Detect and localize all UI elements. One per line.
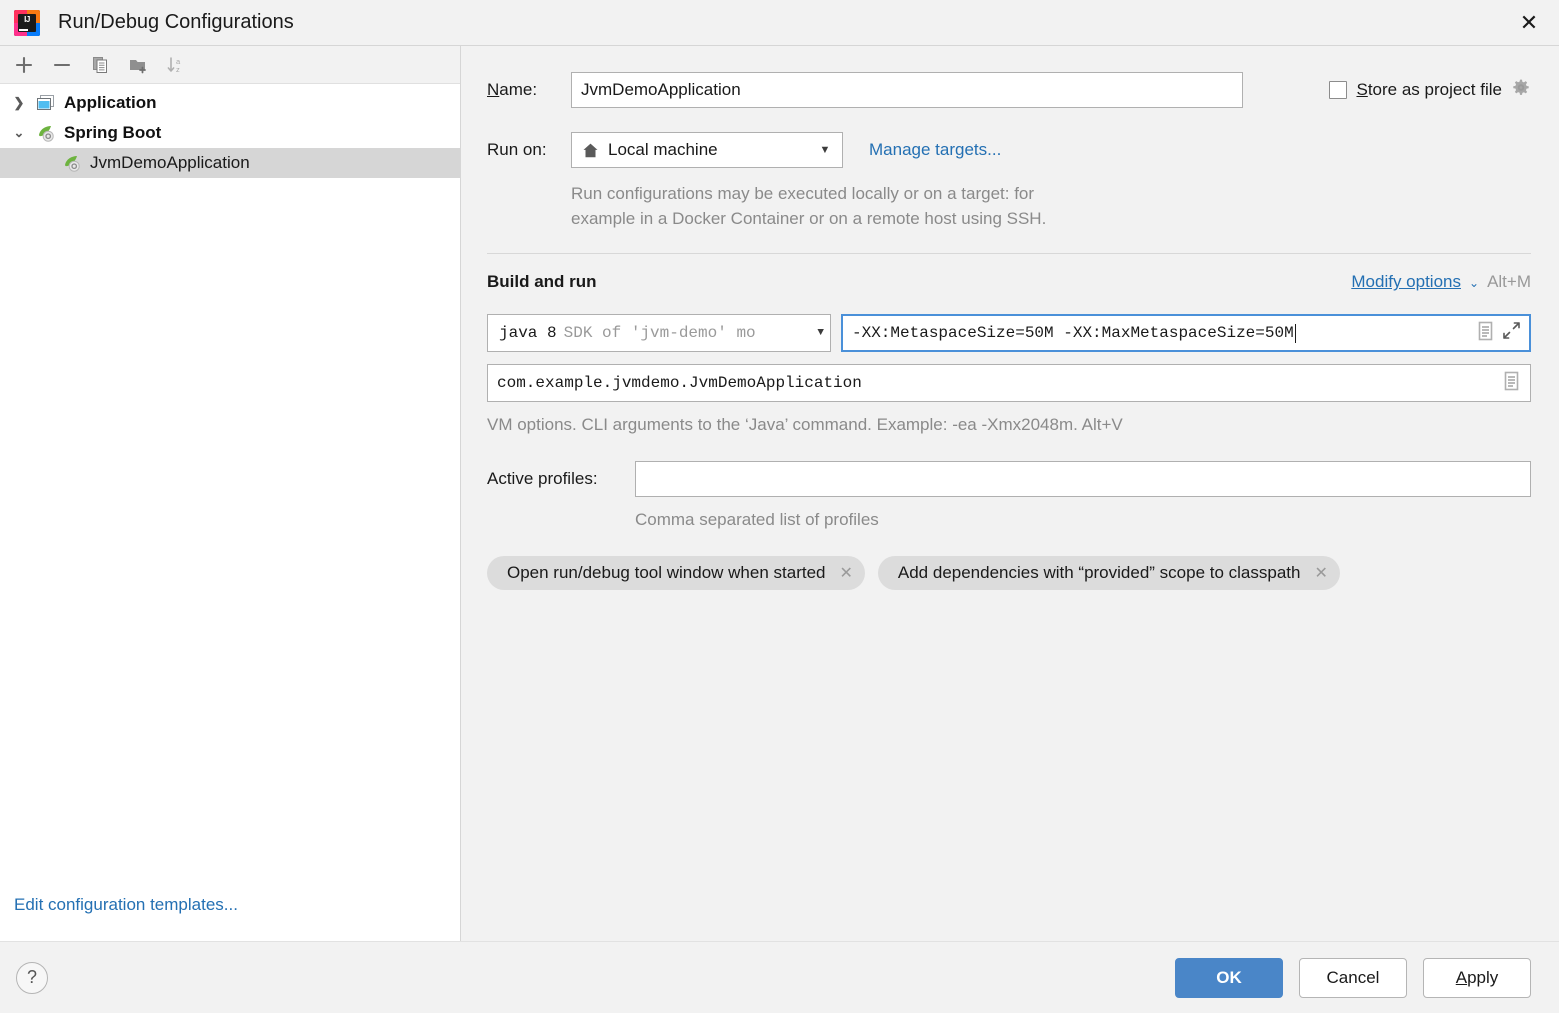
intellij-idea-logo-icon: IJ [14, 9, 40, 36]
dialog-footer: ? OK Cancel Apply [0, 941, 1559, 1013]
option-chips: Open run/debug tool window when started … [487, 556, 1531, 591]
sdk-and-vm-options-row: java 8 SDK of 'jvm-demo' mo ▼ -XX:Metasp… [487, 314, 1531, 353]
document-icon[interactable] [1477, 321, 1494, 346]
copy-configuration-button[interactable] [82, 50, 118, 80]
text-caret [1294, 323, 1296, 343]
configuration-form-panel: Name: JvmDemoApplication Store as projec… [461, 46, 1559, 941]
home-icon [582, 142, 599, 159]
dialog-title: Run/Debug Configurations [58, 11, 294, 33]
chip-label: Open run/debug tool window when started [507, 563, 826, 583]
spring-leaf-icon [58, 154, 84, 173]
sidebar-footer: Edit configuration templates... [0, 895, 460, 941]
chevron-down-icon[interactable]: ⌄ [1469, 276, 1479, 290]
main-class-input[interactable]: com.example.jvmdemo.JvmDemoApplication [487, 364, 1531, 403]
sdk-dropdown[interactable]: java 8 SDK of 'jvm-demo' mo ▼ [487, 314, 831, 353]
document-icon[interactable] [1503, 371, 1520, 396]
tree-item-jvmdemoapplication[interactable]: JvmDemoApplication [0, 148, 460, 178]
chevron-down-icon[interactable]: ▼ [816, 144, 834, 156]
application-window-icon [32, 94, 58, 113]
edit-configuration-templates-link[interactable]: Edit configuration templates... [14, 895, 238, 914]
tree-item-label: Spring Boot [64, 123, 162, 142]
chip-add-provided-dependencies[interactable]: Add dependencies with “provided” scope t… [877, 556, 1340, 591]
modify-options-group: Modify options ⌄ Alt+M [1351, 272, 1531, 292]
help-button[interactable]: ? [16, 961, 48, 994]
main-class-value: com.example.jvmdemo.JvmDemoApplication [497, 374, 862, 393]
apply-button[interactable]: Apply [1423, 957, 1531, 998]
store-as-project-file-checkbox[interactable] [1329, 81, 1348, 99]
chip-open-run-debug-tool-window[interactable]: Open run/debug tool window when started … [487, 556, 865, 591]
vm-options-hint: VM options. CLI arguments to the ‘Java’ … [487, 415, 1123, 435]
sidebar-toolbar: a z [0, 46, 460, 84]
close-icon[interactable]: ✕ [1499, 0, 1559, 45]
chevron-down-icon[interactable]: ⌄ [6, 125, 32, 141]
vm-options-field-icons [1477, 321, 1525, 346]
name-row: Name: JvmDemoApplication Store as projec… [487, 72, 1531, 108]
section-divider [487, 253, 1531, 255]
create-folder-button[interactable] [120, 50, 156, 80]
sdk-value-primary: java 8 [499, 324, 557, 343]
run-debug-configurations-dialog: IJ Run/Debug Configurations ✕ a z ❯ Appl… [0, 0, 1559, 1013]
store-as-project-file-group: Store as project file [1329, 78, 1531, 103]
run-on-dropdown[interactable]: Local machine ▼ [571, 132, 843, 168]
chevron-right-icon[interactable]: ❯ [6, 95, 32, 111]
vm-options-value: -XX:MetaspaceSize=50M -XX:MaxMetaspaceSi… [852, 324, 1294, 343]
build-and-run-title: Build and run [487, 272, 597, 292]
run-on-label: Run on: [487, 140, 547, 159]
main-class-field-icons [1503, 371, 1524, 396]
manage-targets-link[interactable]: Manage targets... [869, 140, 1001, 160]
build-and-run-header: Build and run Modify options ⌄ Alt+M [487, 272, 1531, 292]
sort-configurations-button[interactable]: a z [158, 50, 194, 80]
close-icon[interactable]: ✕ [1314, 563, 1327, 583]
sdk-value-secondary: SDK of 'jvm-demo' mo [563, 324, 756, 343]
ok-button[interactable]: OK [1175, 957, 1283, 998]
tree-group-spring-boot[interactable]: ⌄ Spring Boot [0, 118, 460, 148]
chip-label: Add dependencies with “provided” scope t… [897, 563, 1301, 583]
run-on-description-line1: Run configurations may be executed local… [571, 184, 1035, 203]
title-bar: IJ Run/Debug Configurations ✕ [0, 0, 1559, 45]
dialog-body: a z ❯ Application ⌄ Spring Boot JvmDemoA… [0, 45, 1559, 941]
name-input[interactable]: JvmDemoApplication [571, 72, 1243, 108]
expand-arrows-icon[interactable] [1502, 321, 1521, 345]
active-profiles-input[interactable] [635, 461, 1531, 498]
active-profiles-hint: Comma separated list of profiles [635, 510, 879, 530]
tree-item-label: JvmDemoApplication [90, 153, 250, 172]
run-on-value: Local machine [608, 140, 718, 159]
active-profiles-row: Active profiles: [487, 461, 1531, 498]
store-as-project-file-label: Store as project file [1356, 80, 1502, 99]
name-input-value: JvmDemoApplication [581, 80, 741, 99]
chevron-down-icon[interactable]: ▼ [817, 327, 824, 339]
tree-item-label: Application [64, 93, 157, 112]
modify-options-shortcut: Alt+M [1487, 272, 1531, 292]
run-on-row: Run on: Local machine ▼ Manage targets..… [487, 132, 1531, 168]
modify-options-link[interactable]: Modify options [1351, 272, 1461, 292]
tree-group-application[interactable]: ❯ Application [0, 88, 460, 118]
configurations-tree: ❯ Application ⌄ Spring Boot JvmDemoAppli… [0, 84, 460, 895]
name-label: Name: [487, 80, 538, 99]
cancel-button[interactable]: Cancel [1299, 957, 1407, 998]
run-on-description: Run configurations may be executed local… [571, 182, 1171, 231]
remove-configuration-button[interactable] [44, 50, 80, 80]
dialog-buttons: OK Cancel Apply [1175, 957, 1531, 998]
gear-icon[interactable] [1511, 78, 1531, 103]
close-icon[interactable]: ✕ [839, 563, 852, 583]
run-on-description-line2: example in a Docker Container or on a re… [571, 208, 1047, 228]
configurations-sidebar: a z ❯ Application ⌄ Spring Boot JvmDemoA… [0, 46, 461, 941]
active-profiles-label: Active profiles: [487, 469, 598, 489]
vm-options-input[interactable]: -XX:MetaspaceSize=50M -XX:MaxMetaspaceSi… [841, 314, 1531, 353]
add-configuration-button[interactable] [6, 50, 42, 80]
svg-text:z: z [176, 65, 180, 74]
spring-leaf-icon [32, 124, 58, 143]
